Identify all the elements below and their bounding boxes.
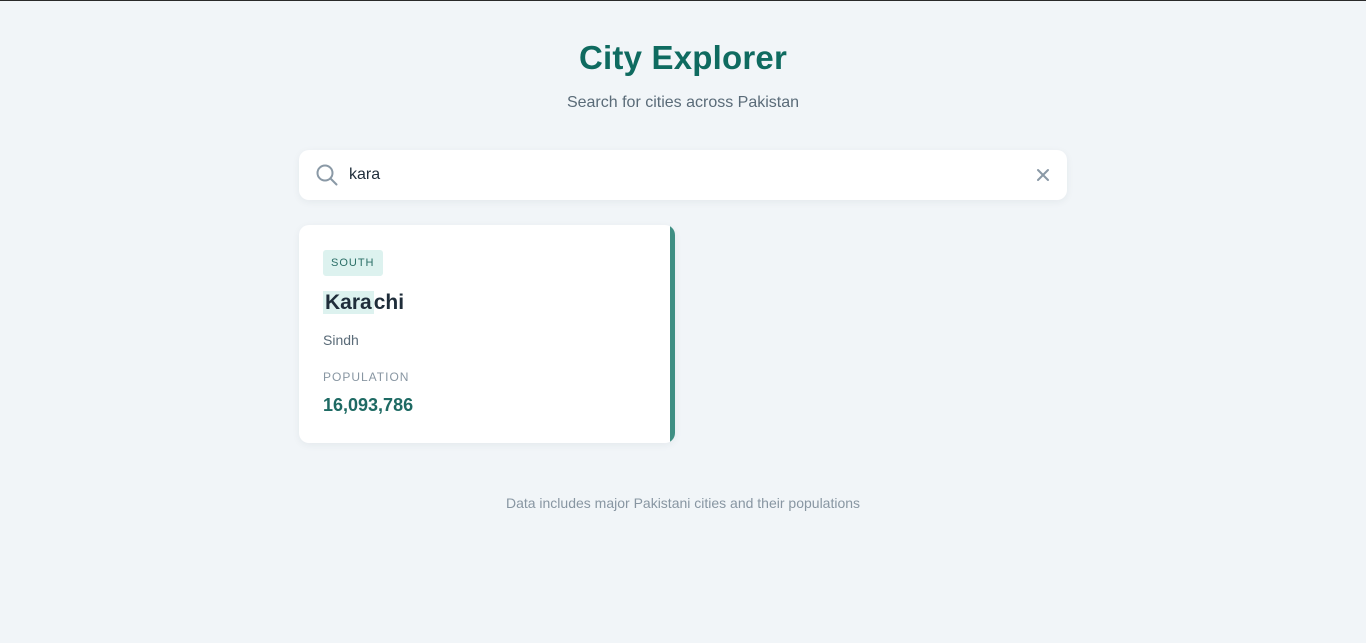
page-subtitle: Search for cities across Pakistan xyxy=(566,94,800,111)
page-title: City Explorer xyxy=(579,39,787,76)
search-icon xyxy=(316,164,338,186)
search-match-highlight: Kara xyxy=(323,291,374,314)
card-accent-stripe xyxy=(670,225,675,443)
population-label: POPULATION xyxy=(323,370,410,384)
search-input[interactable] xyxy=(349,160,1009,190)
population-value: 16,093,786 xyxy=(323,395,414,415)
region-badge: SOUTH xyxy=(323,250,383,276)
page-header: City Explorer Search for cities across P… xyxy=(0,39,1366,112)
city-card[interactable]: SOUTH Karachi Sindh POPULATION 16,093,78… xyxy=(299,225,675,443)
province-name: Sindh xyxy=(323,332,359,348)
close-icon[interactable] xyxy=(1036,168,1050,182)
search-bar xyxy=(299,150,1067,200)
city-name-rest: chi xyxy=(373,291,405,314)
city-name: Karachi xyxy=(323,291,404,315)
footer-note: Data includes major Pakistani cities and… xyxy=(505,495,861,511)
